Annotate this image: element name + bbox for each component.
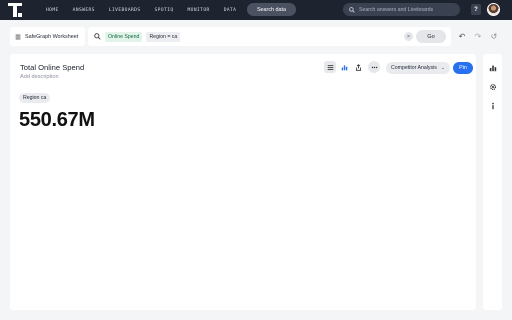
chevron-down-icon: ⌄ [440,65,445,71]
liveboard-dropdown-label: Competitor Analysis [391,65,437,71]
avatar[interactable] [487,3,500,16]
search-query-input[interactable]: Online Spend Region = ca × Go [88,27,451,46]
info-button[interactable] [487,100,498,111]
more-icon [371,66,377,68]
pin-button[interactable]: Pin [453,62,473,74]
answer-title[interactable]: Total Online Spend [20,63,84,72]
global-search-input[interactable]: Search answers and Liveboards [343,3,460,16]
search-row: SafeGraph Worksheet Online Spend Region … [6,27,502,46]
redo-icon[interactable]: ↷ [472,32,484,41]
table-view-icon [327,64,333,70]
search-token-filter[interactable]: Region = ca [146,31,181,42]
gear-icon [489,83,496,90]
share-button[interactable] [352,61,364,73]
thoughtspot-logo-icon[interactable] [8,3,22,17]
nav-answers[interactable]: ANSWERS [73,8,95,13]
info-icon [491,102,494,109]
data-source-label: SafeGraph Worksheet [25,33,79,40]
worksheet-icon [15,34,21,39]
data-source-selector[interactable]: SafeGraph Worksheet [10,27,85,46]
kpi-value: 550.67M [19,109,95,131]
go-button[interactable]: Go [416,30,446,43]
nav-spotiq[interactable]: SPOTIQ [155,8,174,13]
view-toggle [324,60,350,74]
chart-settings-button[interactable] [487,62,498,73]
search-data-button[interactable]: Search data [247,3,296,16]
nav-home[interactable]: HOME [46,8,59,13]
nav-liveboards[interactable]: LIVEBOARDS [109,8,141,13]
answer-description[interactable]: Add description [20,74,59,80]
search-icon [349,6,355,13]
chart-view-button[interactable] [338,61,350,73]
table-view-button[interactable] [324,61,336,73]
share-icon [355,63,361,71]
help-button[interactable]: ? [471,4,481,15]
liveboard-dropdown[interactable]: Competitor Analysis ⌄ [386,62,450,74]
answer-card: Total Online Spend Add description Compe… [10,54,476,310]
settings-button[interactable] [487,81,498,92]
more-button[interactable] [368,61,380,73]
chart-view-icon [341,64,347,70]
right-rail [483,54,502,310]
top-nav: HOME ANSWERS LIVEBOARDS SPOTIQ MONITOR D… [0,0,512,20]
chart-settings-icon [489,65,496,71]
nav-monitor[interactable]: MONITOR [188,8,210,13]
search-token-measure[interactable]: Online Spend [105,31,143,42]
search-icon [94,33,101,40]
global-search-placeholder: Search answers and Liveboards [359,6,434,13]
history-controls: ↶ ↷ ↺ [454,27,502,46]
nav-data[interactable]: DATA [224,8,237,13]
filter-chip[interactable]: Region ca [19,93,51,103]
nav-links: HOME ANSWERS LIVEBOARDS SPOTIQ MONITOR D… [46,0,250,20]
action-buttons [352,60,380,74]
clear-search-button[interactable]: × [404,32,413,41]
undo-icon[interactable]: ↶ [456,32,468,41]
reset-icon[interactable]: ↺ [488,32,500,41]
